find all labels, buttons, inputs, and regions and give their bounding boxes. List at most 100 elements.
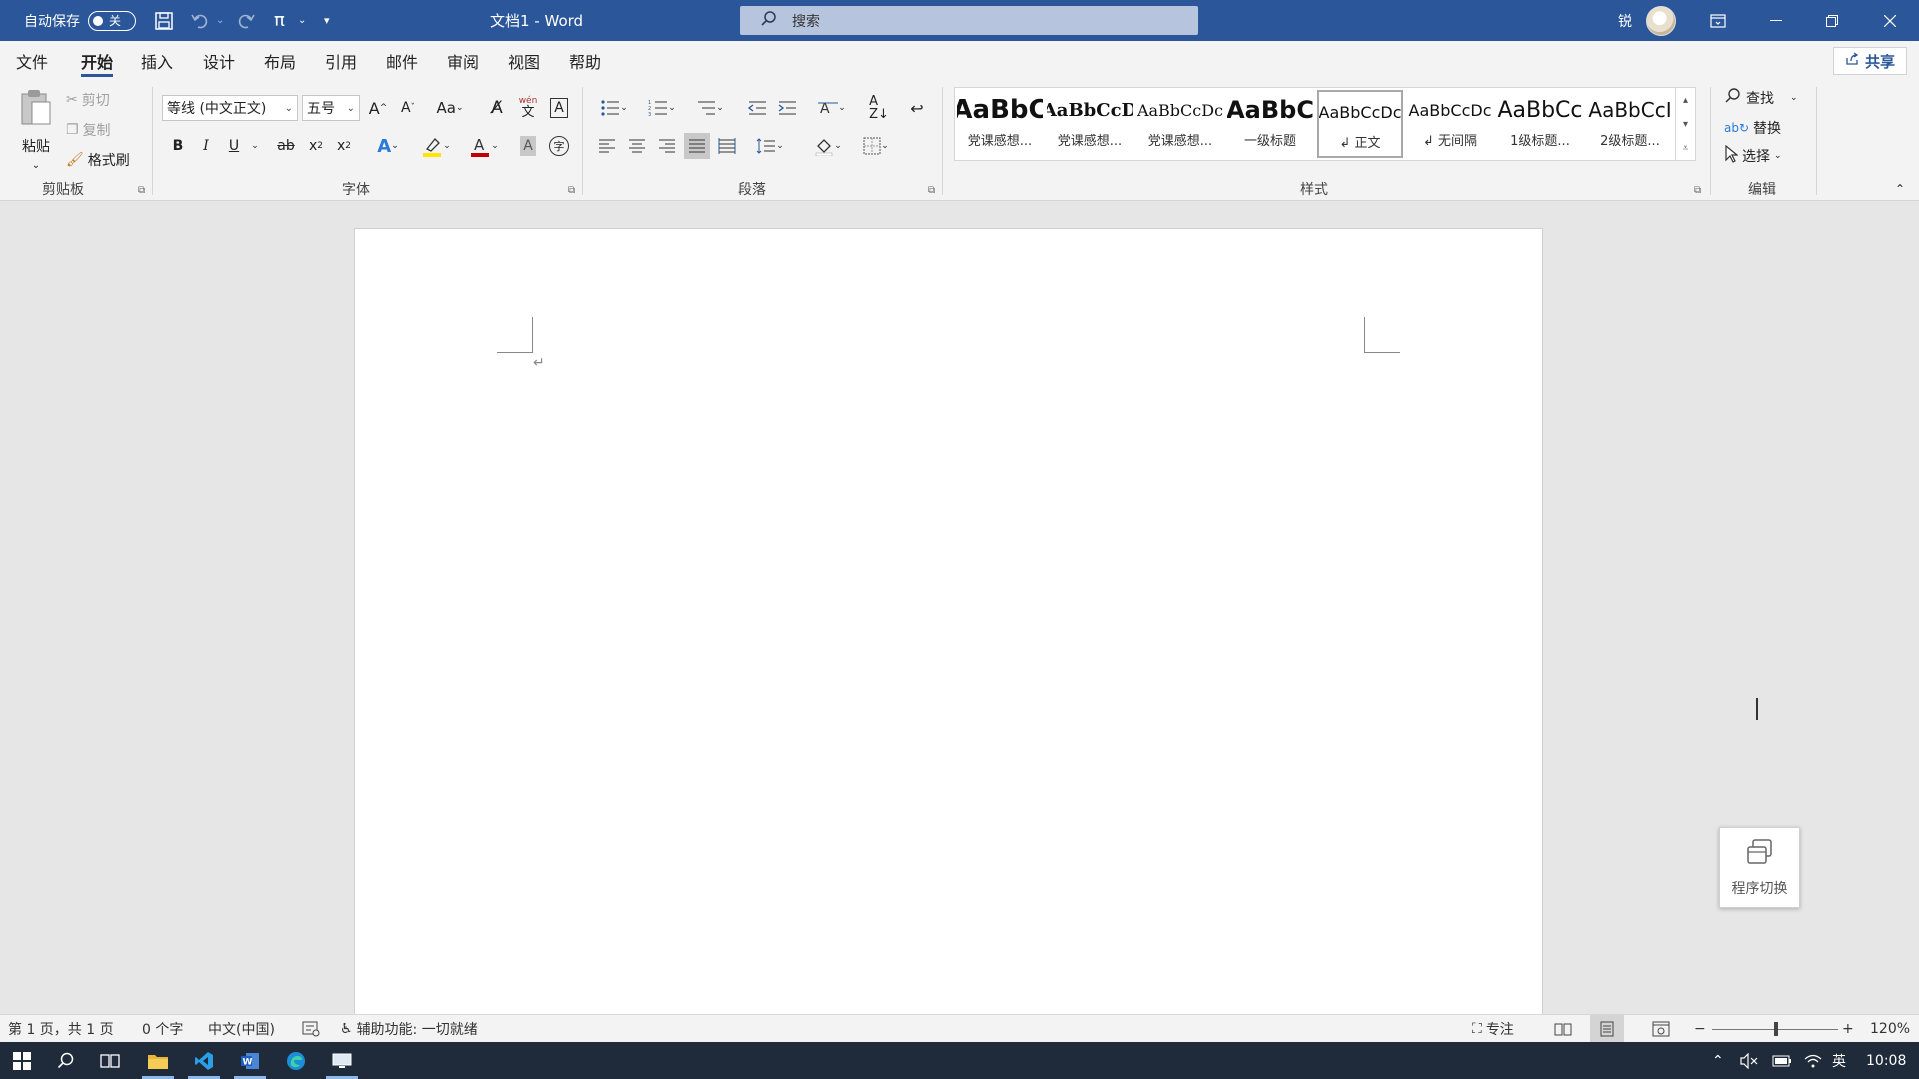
styles-scroll-down-icon[interactable]: ▾ (1675, 112, 1695, 136)
bold-icon[interactable]: B (166, 133, 190, 159)
edge-icon[interactable] (274, 1042, 318, 1079)
copy-button[interactable]: ❐ 复制 (66, 119, 111, 141)
align-left-icon[interactable] (594, 133, 620, 159)
minimize-icon[interactable] (1748, 0, 1804, 41)
superscript-icon[interactable]: x2 (332, 133, 356, 159)
italic-icon[interactable]: I (194, 133, 218, 159)
equation-icon[interactable]: π (274, 0, 285, 41)
autosave-control[interactable]: 自动保存 关 (24, 0, 136, 41)
tab-view[interactable]: 视图 (508, 41, 540, 81)
show-formatting-marks-icon[interactable]: ↩ (904, 95, 930, 121)
accessibility-status[interactable]: ♿ 辅助功能: 一切就绪 (340, 1015, 478, 1043)
style-item-8[interactable]: AaBbCcI 2级标题... (1587, 90, 1673, 158)
document-canvas[interactable]: ↵ (0, 202, 1919, 1018)
borders-icon[interactable]: ⌄ (856, 133, 896, 159)
style-item-7[interactable]: AaBbCc 1级标题... (1497, 90, 1583, 158)
tab-file[interactable]: 文件 (16, 41, 48, 81)
distributed-icon[interactable] (714, 133, 740, 159)
find-button[interactable]: 查找 ⌄ (1724, 85, 1798, 111)
clear-formatting-icon[interactable]: A̸ (484, 95, 510, 121)
tab-home[interactable]: 开始 (81, 41, 114, 81)
file-explorer-icon[interactable] (136, 1042, 180, 1079)
save-icon[interactable] (154, 0, 174, 41)
align-right-icon[interactable] (654, 133, 680, 159)
sort-icon[interactable]: A Z↓ (866, 95, 892, 121)
redo-icon[interactable] (236, 0, 256, 41)
tab-layout[interactable]: 布局 (264, 41, 296, 81)
styles-launcher-icon[interactable]: ⧉ (1694, 185, 1701, 196)
numbering-icon[interactable]: 1 2 3 ⌄ (642, 95, 682, 121)
style-item-2[interactable]: AaBbCcD 党课感想... (1047, 90, 1133, 158)
style-item-3[interactable]: AaBbCcDc 党课感想... (1137, 90, 1223, 158)
decrease-indent-icon[interactable] (744, 95, 770, 121)
task-view-icon[interactable] (88, 1042, 132, 1079)
avatar[interactable] (1646, 0, 1676, 41)
focus-button[interactable]: ⛶ 专注 (1472, 1015, 1514, 1043)
shading-icon[interactable]: ⌄ (808, 133, 848, 159)
increase-indent-icon[interactable] (774, 95, 800, 121)
change-case-icon[interactable]: Aa ⌄ (432, 95, 468, 121)
character-border-icon[interactable]: A (546, 95, 572, 121)
underline-icon[interactable]: U (222, 133, 246, 159)
tab-help[interactable]: 帮助 (569, 41, 601, 81)
grow-font-icon[interactable]: A ^ (366, 95, 390, 121)
character-shading-icon[interactable]: A (516, 133, 540, 159)
web-layout-icon[interactable] (1652, 1015, 1670, 1043)
shrink-font-icon[interactable]: Aˇ (396, 95, 420, 121)
undo-dropdown-icon[interactable]: ⌄ (216, 0, 224, 41)
align-center-icon[interactable] (624, 133, 650, 159)
paragraph-launcher-icon[interactable]: ⧉ (928, 185, 935, 196)
ime-indicator[interactable]: 英 (1832, 1042, 1846, 1079)
battery-icon[interactable] (1772, 1042, 1792, 1079)
remote-desktop-icon[interactable] (320, 1042, 364, 1079)
select-button[interactable]: 选择 ⌄ (1724, 143, 1782, 169)
autosave-toggle[interactable]: 关 (88, 10, 136, 31)
program-switch-widget[interactable]: 程序切换 (1719, 827, 1800, 908)
format-painter-button[interactable]: 🖌 格式刷 (66, 149, 130, 171)
zoom-slider-thumb[interactable] (1774, 1021, 1778, 1036)
word-count[interactable]: 0 个字 (142, 1015, 183, 1043)
close-icon[interactable] (1862, 0, 1918, 41)
multilevel-list-icon[interactable]: ⌄ (690, 95, 730, 121)
line-spacing-icon[interactable]: ⌄ (750, 133, 790, 159)
user-name[interactable]: 锐 (1618, 0, 1632, 41)
clock[interactable]: 10:08 (1866, 1042, 1906, 1079)
search-box[interactable]: 搜索 (740, 6, 1198, 35)
wifi-icon[interactable] (1804, 1042, 1822, 1079)
enclose-characters-icon[interactable]: 字 (546, 133, 572, 159)
proofing-icon[interactable] (302, 1015, 320, 1043)
font-color-icon[interactable]: A ⌄ (466, 133, 502, 159)
tray-overflow-icon[interactable]: ⌃ (1712, 1042, 1724, 1079)
cut-button[interactable]: ✂ 剪切 (66, 89, 110, 111)
font-size-combo[interactable]: 五号 ⌄ (302, 95, 360, 121)
style-item-5[interactable]: AaBbCcDc ↲ 正文 (1317, 90, 1403, 158)
style-item-6[interactable]: AaBbCcDc ↲ 无间隔 (1407, 90, 1493, 158)
tab-insert[interactable]: 插入 (141, 41, 173, 81)
equation-dropdown-icon[interactable]: ⌄ (298, 0, 306, 41)
zoom-out-icon[interactable]: − (1694, 1015, 1706, 1043)
phonetic-guide-icon[interactable]: wén 文 (514, 93, 542, 123)
style-item-1[interactable]: AaBbC 党课感想... (957, 90, 1043, 158)
subscript-icon[interactable]: x2 (304, 133, 328, 159)
vscode-icon[interactable] (182, 1042, 226, 1079)
zoom-level[interactable]: 120% (1870, 1015, 1910, 1043)
word-icon[interactable]: W (228, 1042, 272, 1079)
strikethrough-icon[interactable]: ab (272, 133, 300, 159)
font-name-combo[interactable]: 等线 (中文正文) ⌄ (162, 95, 298, 121)
chinese-layout-icon[interactable]: A ⌄ (812, 95, 852, 121)
collapse-ribbon-icon[interactable]: ⌃ (1890, 181, 1910, 197)
start-windows-icon[interactable] (0, 1042, 44, 1079)
restore-icon[interactable] (1804, 0, 1860, 41)
search-icon[interactable] (44, 1042, 88, 1079)
tab-references[interactable]: 引用 (325, 41, 357, 81)
text-effects-icon[interactable]: A ⌄ (370, 133, 406, 159)
justify-icon[interactable] (684, 133, 710, 159)
share-button[interactable]: 共享 (1833, 47, 1907, 75)
paste-button[interactable]: 粘贴 ⌄ (14, 87, 58, 171)
volume-muted-icon[interactable] (1740, 1042, 1758, 1079)
tab-design[interactable]: 设计 (203, 41, 235, 81)
zoom-in-icon[interactable]: + (1842, 1015, 1854, 1043)
print-layout-icon[interactable] (1590, 1015, 1624, 1043)
language-indicator[interactable]: 中文(中国) (208, 1015, 275, 1043)
ribbon-display-options-icon[interactable] (1690, 0, 1746, 41)
